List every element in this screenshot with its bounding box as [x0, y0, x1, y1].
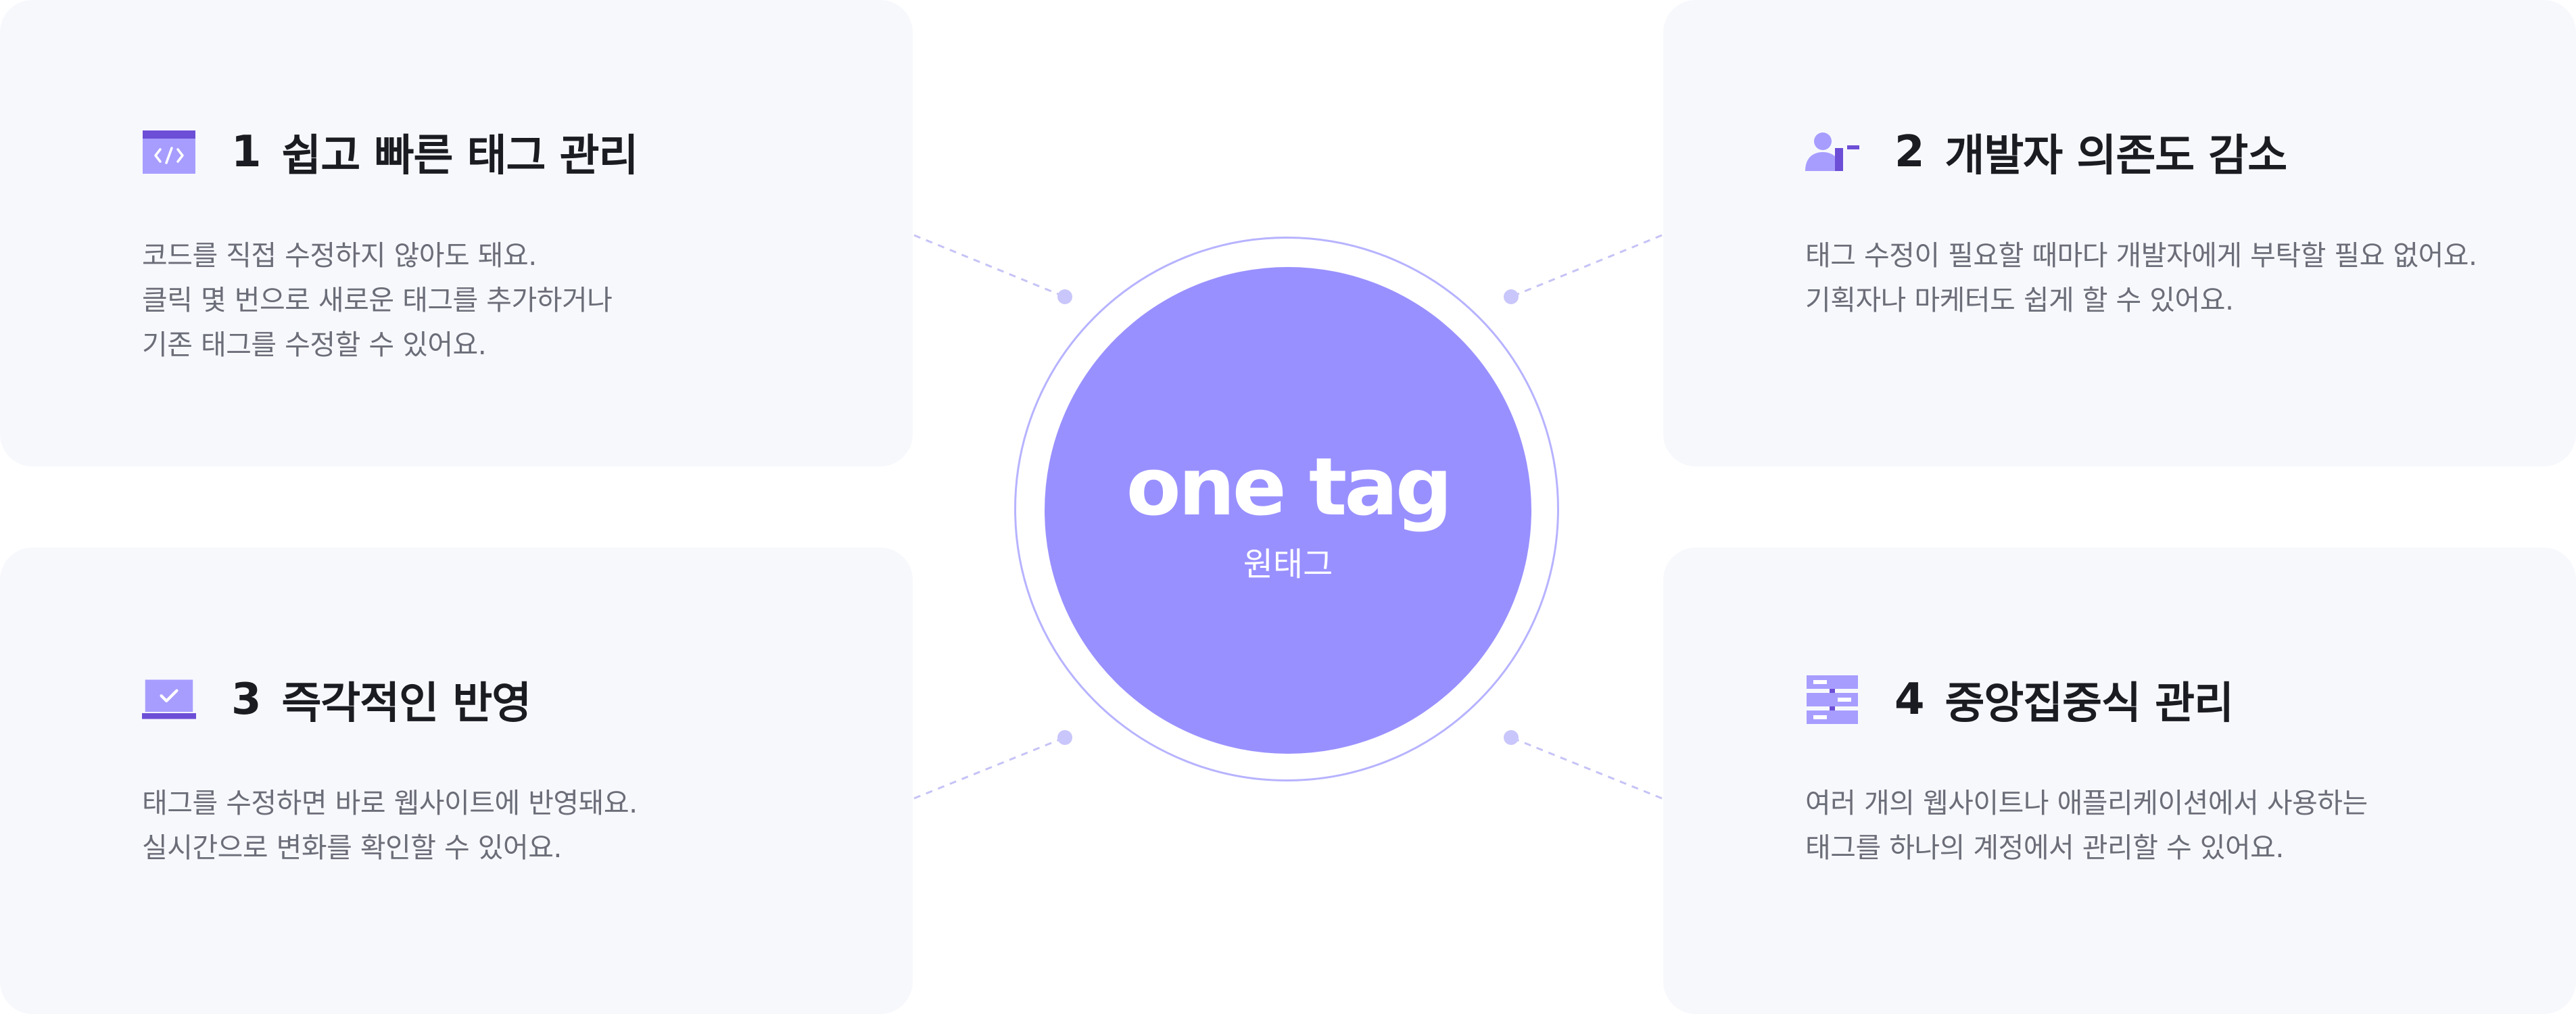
feature-description: 여러 개의 웹사이트나 애플리케이션에서 사용하는 태그를 하나의 계정에서 관…	[1805, 781, 2368, 870]
feature-number: 1	[231, 127, 262, 177]
connector-dot-top-left	[1057, 289, 1072, 304]
feature-description-line: 여러 개의 웹사이트나 애플리케이션에서 사용하는	[1805, 787, 2368, 819]
feature-title: 중앙집중식 관리	[1945, 679, 2234, 729]
user-minus-icon	[1805, 125, 1859, 179]
feature-title: 쉽고 빠른 태그 관리	[281, 131, 639, 181]
hub-subtitle: 원태그	[1243, 546, 1333, 583]
connector-line-top-right	[1510, 234, 1663, 298]
feature-title: 개발자 의존도 감소	[1945, 131, 2288, 181]
feature-card-header: 4 중앙집중식 관리	[1805, 669, 2234, 730]
feature-number: 3	[231, 675, 262, 725]
feature-description-line: 태그를 하나의 계정에서 관리할 수 있어요.	[1805, 831, 2284, 864]
connector-line-bottom-left	[913, 736, 1066, 800]
connector-line-bottom-right	[1510, 736, 1663, 800]
feature-card-1: 1 쉽고 빠른 태그 관리 코드를 직접 수정하지 않아도 돼요. 클릭 몇 번…	[0, 0, 913, 466]
feature-description-line: 태그 수정이 필요할 때마다 개발자에게 부탁할 필요 없어요.	[1805, 239, 2477, 272]
feature-description-line: 태그를 수정하면 바로 웹사이트에 반영돼요.	[142, 787, 638, 819]
code-window-icon	[142, 125, 196, 179]
feature-card-4: 4 중앙집중식 관리 여러 개의 웹사이트나 애플리케이션에서 사용하는 태그를…	[1663, 548, 2576, 1014]
feature-description-line: 클릭 몇 번으로 새로운 태그를 추가하거나	[142, 284, 613, 316]
feature-card-header: 1 쉽고 빠른 태그 관리	[142, 122, 638, 183]
laptop-check-icon	[142, 673, 196, 727]
connector-line-top-left	[913, 234, 1066, 298]
feature-card-2: 2 개발자 의존도 감소 태그 수정이 필요할 때마다 개발자에게 부탁할 필요…	[1663, 0, 2576, 466]
connector-dot-bottom-left	[1057, 730, 1072, 745]
hub-title: one tag	[1126, 440, 1453, 533]
feature-card-header: 3 즉각적인 반영	[142, 669, 531, 730]
feature-card-3: 3 즉각적인 반영 태그를 수정하면 바로 웹사이트에 반영돼요. 실시간으로 …	[0, 548, 913, 1014]
feature-number: 2	[1894, 127, 1925, 177]
feature-description-line: 기획자나 마케터도 쉽게 할 수 있어요.	[1805, 284, 2234, 316]
feature-description-line: 기존 태그를 수정할 수 있어요.	[142, 329, 487, 361]
feature-card-header: 2 개발자 의존도 감소	[1805, 122, 2287, 183]
feature-title: 즉각적인 반영	[281, 679, 532, 729]
feature-description-line: 실시간으로 변화를 확인할 수 있어요.	[142, 831, 562, 864]
connector-dot-bottom-right	[1504, 730, 1519, 745]
server-stack-icon	[1805, 673, 1859, 727]
feature-description: 코드를 직접 수정하지 않아도 돼요. 클릭 몇 번으로 새로운 태그를 추가하…	[142, 233, 613, 367]
feature-description: 태그를 수정하면 바로 웹사이트에 반영돼요. 실시간으로 변화를 확인할 수 …	[142, 781, 638, 870]
feature-number: 4	[1894, 675, 1925, 725]
feature-description: 태그 수정이 필요할 때마다 개발자에게 부탁할 필요 없어요. 기획자나 마케…	[1805, 233, 2477, 322]
connector-dot-top-right	[1504, 289, 1519, 304]
feature-description-line: 코드를 직접 수정하지 않아도 돼요.	[142, 239, 537, 272]
